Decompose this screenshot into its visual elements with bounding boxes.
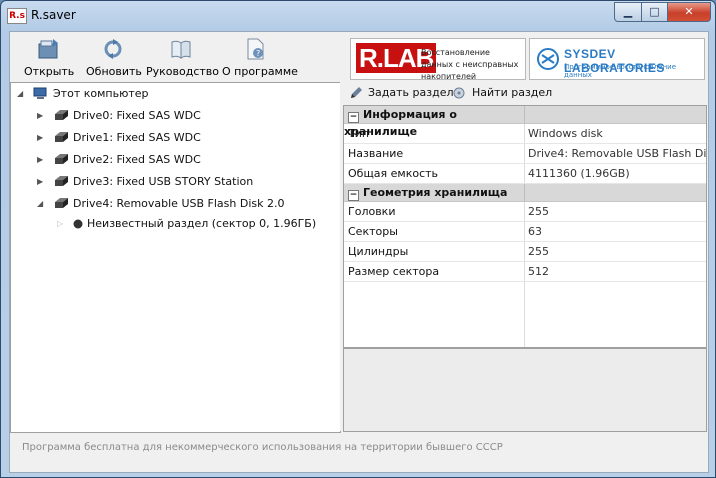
tree-item-drive3[interactable]: ▶ Drive3: Fixed USB STORY Station	[15, 173, 335, 191]
hard-disk-icon	[55, 176, 68, 186]
leaf-arrow-icon: ▷	[57, 219, 64, 228]
computer-icon	[33, 87, 47, 99]
drive-label: Drive3: Fixed USB STORY Station	[73, 175, 254, 188]
section-header-geometry[interactable]: − Геометрия хранилища	[344, 184, 706, 202]
description-panel	[343, 348, 707, 432]
sysdev-tagline: Программное восстановление данных	[564, 63, 677, 79]
app-window: R.s R.saver ▁ □ ✕ Открыть Обновить Руков…	[0, 0, 716, 478]
property-key: Размер сектора	[346, 262, 525, 281]
action-bar: Задать раздел Найти раздел	[343, 82, 707, 104]
tree-root[interactable]: ◢ Этот компьютер	[15, 85, 335, 103]
property-row-type[interactable]: Тип Windows disk	[344, 124, 706, 144]
property-key: Общая емкость	[346, 164, 525, 183]
property-row-capacity[interactable]: Общая емкость 4111360 (1.96GB)	[344, 164, 706, 184]
hard-disk-icon	[55, 132, 68, 142]
property-row-cylinders[interactable]: Цилиндры 255	[344, 242, 706, 262]
find-partition-button[interactable]: Найти раздел	[453, 85, 553, 101]
tree-item-drive4[interactable]: ◢ Drive4: Removable USB Flash Disk 2.0	[15, 195, 335, 213]
drive-label: Drive1: Fixed SAS WDC	[73, 131, 201, 144]
maximize-button[interactable]: □	[641, 2, 668, 22]
details-pane: Задать раздел Найти раздел − Информация о…	[343, 82, 707, 432]
status-text: Программа бесплатна для некоммерческого …	[22, 442, 503, 453]
client-area: Открыть Обновить Руководство ? О програм…	[9, 31, 709, 473]
pencil-icon	[351, 87, 362, 98]
property-row-name[interactable]: Название Drive4: Removable USB Flash Dis…	[344, 144, 706, 164]
property-row-sector-size[interactable]: Размер сектора 512	[344, 262, 706, 282]
collapse-arrow-icon[interactable]: ◢	[37, 195, 47, 213]
set-partition-button[interactable]: Задать раздел	[349, 85, 454, 101]
status-bar: Программа бесплатна для некоммерческого …	[10, 432, 708, 472]
refresh-icon	[104, 39, 122, 59]
property-row-sectors[interactable]: Секторы 63	[344, 222, 706, 242]
property-key: Цилиндры	[346, 242, 525, 261]
property-key: Название	[346, 144, 525, 163]
expand-arrow-icon[interactable]: ▶	[37, 107, 47, 125]
sysdev-logo-icon	[537, 48, 559, 70]
manual-label: Руководство	[146, 65, 220, 78]
manual-button[interactable]: Руководство	[146, 36, 220, 80]
open-label: Открыть	[24, 65, 75, 78]
book-icon	[171, 40, 191, 59]
tree-item-drive1[interactable]: ▶ Drive1: Fixed SAS WDC	[15, 129, 335, 147]
sysdev-logo-banner[interactable]: SYSDEV LABORATORIES Программное восстано…	[529, 38, 705, 80]
property-value: 63	[528, 225, 542, 238]
hard-disk-icon	[55, 198, 68, 208]
device-tree[interactable]: ◢ Этот компьютер ▶ Drive0: Fixed SAS WDC…	[10, 82, 341, 433]
drive-label: Drive2: Fixed SAS WDC	[73, 153, 201, 166]
about-button[interactable]: ? О программе	[222, 36, 298, 80]
svg-text:?: ?	[256, 49, 260, 58]
rlab-logo-banner[interactable]: R.LAB Восстановление данных с неисправны…	[350, 38, 526, 81]
drive-label: Drive0: Fixed SAS WDC	[73, 109, 201, 122]
expand-arrow-icon[interactable]: ▶	[37, 173, 47, 191]
toolbar: Открыть Обновить Руководство ? О програм…	[10, 32, 708, 82]
tree-item-drive0[interactable]: ▶ Drive0: Fixed SAS WDC	[15, 107, 335, 125]
collapse-arrow-icon[interactable]: ◢	[17, 85, 27, 103]
collapse-box-icon[interactable]: −	[348, 190, 359, 201]
tree-item-drive2[interactable]: ▶ Drive2: Fixed SAS WDC	[15, 151, 335, 169]
property-value: Windows disk	[528, 127, 603, 140]
property-grid[interactable]: − Информация о хранилище Тип Windows disk…	[343, 105, 707, 348]
expand-arrow-icon[interactable]: ▶	[37, 129, 47, 147]
help-document-icon: ?	[247, 38, 264, 60]
window-title: R.saver	[31, 8, 76, 22]
refresh-label: Обновить	[86, 65, 142, 78]
property-value: 4111360 (1.96GB)	[528, 167, 630, 180]
app-icon: R.s	[7, 8, 27, 24]
open-icon	[38, 39, 58, 59]
collapse-box-icon[interactable]: −	[348, 112, 359, 123]
property-key: Головки	[346, 202, 525, 221]
rlab-tagline: Восстановление данных с неисправных нако…	[421, 48, 519, 81]
section-title: Геометрия хранилища	[363, 186, 508, 199]
property-key: Тип	[346, 124, 525, 143]
drive-label: Drive4: Removable USB Flash Disk 2.0	[73, 197, 285, 210]
property-row-heads[interactable]: Головки 255	[344, 202, 706, 222]
title-bar[interactable]: R.s R.saver ▁ □ ✕	[1, 1, 715, 31]
property-value: Drive4: Removable USB Flash Disk 2.	[528, 147, 706, 160]
expand-arrow-icon[interactable]: ▶	[37, 151, 47, 169]
set-partition-label: Задать раздел	[368, 86, 454, 99]
section-header-storage-info[interactable]: − Информация о хранилище	[344, 106, 706, 138]
find-disk-icon	[453, 87, 465, 99]
open-button[interactable]: Открыть	[24, 36, 74, 80]
hard-disk-icon	[55, 154, 68, 164]
find-partition-label: Найти раздел	[472, 86, 553, 99]
about-label: О программе	[222, 65, 298, 78]
property-value: 255	[528, 245, 549, 258]
property-value: 255	[528, 205, 549, 218]
tree-item-partition[interactable]: ▷ Неизвестный раздел (сектор 0, 1.96ГБ)	[15, 215, 335, 233]
tree-root-label: Этот компьютер	[53, 87, 149, 100]
partition-label: Неизвестный раздел (сектор 0, 1.96ГБ)	[87, 217, 317, 230]
property-value: 512	[528, 265, 549, 278]
property-key: Секторы	[346, 222, 525, 241]
close-button[interactable]: ✕	[667, 2, 711, 22]
minimize-button[interactable]: ▁	[614, 2, 642, 22]
hard-disk-icon	[55, 110, 68, 120]
refresh-button[interactable]: Обновить	[86, 36, 142, 80]
partition-dot-icon	[73, 219, 83, 229]
